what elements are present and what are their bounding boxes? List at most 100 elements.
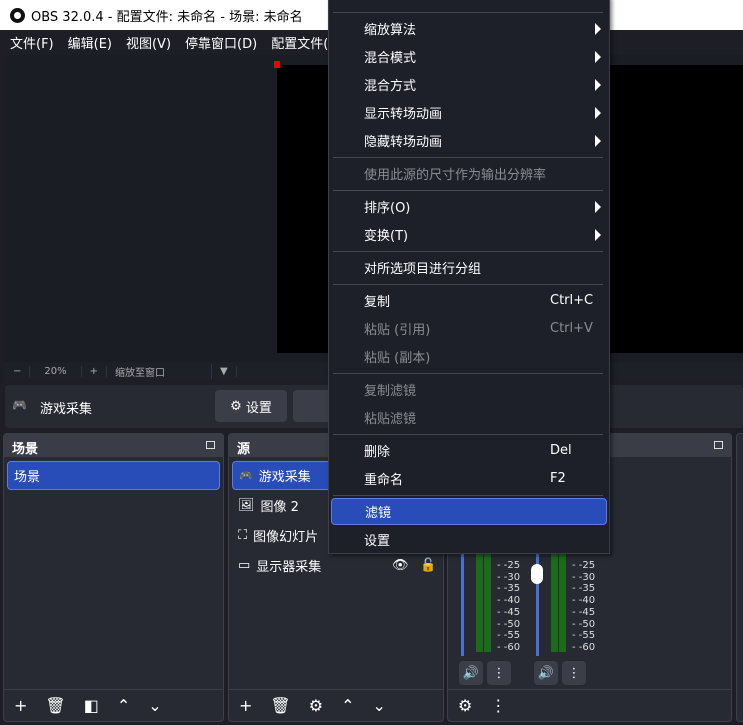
menu-item-hide-transition[interactable]: 隐藏转场动画 (331, 127, 607, 154)
scene-item[interactable]: 场景 (7, 461, 220, 490)
menu-label: 缩放算法 (364, 23, 417, 38)
menu-label: 显示转场动画 (364, 107, 443, 122)
transitions-dock (736, 433, 743, 722)
source-label: 图像 2 (260, 500, 299, 515)
menu-label: 复制 (364, 295, 391, 310)
source-label: 显示器采集 (256, 560, 322, 575)
db-label: - -60 (497, 641, 521, 653)
zoom-level: 20% (30, 366, 82, 377)
monitor-icon: ▭ (238, 558, 251, 573)
menu-profile[interactable]: 配置文件(P (271, 33, 336, 52)
chevron-up-icon[interactable]: ⌃ (341, 696, 354, 715)
menu-item-rename[interactable]: 重命名 F2 (331, 465, 607, 492)
menu-item-copy-filters[interactable]: 复制滤镜 (331, 376, 607, 403)
undock-icon[interactable] (206, 441, 215, 449)
submenu-arrow-icon (595, 134, 601, 147)
chevron-up-icon[interactable]: ⌃ (117, 696, 130, 715)
trash-icon[interactable]: 🗑 (270, 696, 290, 715)
db-label: - -40 (497, 595, 521, 607)
context-menu: 缩放算法 混合模式 混合方式 显示转场动画 隐藏转场动画 使用此源的尺寸作为输出… (328, 0, 610, 554)
menu-item-paste-ref[interactable]: 粘贴 (引用) Ctrl+V (331, 315, 607, 342)
menu-item-group[interactable]: 对所选项目进行分组 (331, 254, 607, 281)
gear-icon: ⚙ (230, 398, 242, 414)
menu-label: 混合模式 (364, 51, 417, 66)
channel-menu-button[interactable]: ⋮ (487, 661, 511, 685)
source-item[interactable]: ▭ 显示器采集 👁 🔓 (232, 551, 440, 580)
db-label: - -25 (497, 560, 521, 571)
menu-label: 复制滤镜 (364, 384, 417, 399)
audio-meter (559, 553, 566, 652)
fader-handle[interactable] (531, 564, 543, 584)
mixer-footer: ⚙ ⋮ (448, 689, 731, 721)
add-icon[interactable]: + (14, 696, 27, 715)
fit-to-window[interactable]: 缩放至窗口 (107, 364, 213, 379)
mute-button[interactable]: 🔊 (459, 661, 483, 685)
db-label: - -55 (572, 630, 596, 642)
source-label: 游戏采集 (258, 470, 311, 485)
zoom-in-button[interactable]: + (82, 366, 108, 377)
menu-item-resize-output[interactable]: 使用此源的尺寸作为输出分辨率 (331, 160, 607, 187)
menu-item-transform[interactable]: 变换(T) (331, 221, 607, 248)
db-label: - -40 (572, 595, 596, 607)
db-label: - -35 (572, 583, 596, 595)
source-name: 游戏采集 (40, 402, 93, 417)
menu-view[interactable]: 视图(V) (126, 33, 171, 52)
menu-item-delete[interactable]: 删除 Del (331, 437, 607, 464)
menu-file[interactable]: 文件(F) (10, 33, 54, 52)
shortcut: Del (550, 443, 572, 458)
slideshow-icon: ⛶ (238, 528, 248, 543)
eye-icon[interactable]: 👁 (392, 558, 409, 573)
menu-item-paste-dup[interactable]: 粘贴 (副本) (331, 343, 607, 370)
zoom-out-button[interactable]: − (5, 366, 31, 377)
menu-item-properties[interactable]: 设置 (331, 526, 607, 553)
db-label: - -45 (572, 606, 596, 618)
add-icon[interactable]: + (239, 696, 252, 715)
menu-label: 重命名 (364, 473, 404, 488)
menu-item-blend-method[interactable]: 混合方式 (331, 71, 607, 98)
menu-label: 混合方式 (364, 79, 417, 94)
trash-icon[interactable]: 🗑 (45, 696, 65, 715)
chevron-down-icon[interactable]: ⌄ (372, 696, 385, 715)
submenu-arrow-icon (595, 200, 601, 213)
advanced-audio-icon[interactable]: ⚙ (458, 696, 472, 715)
db-label: - -35 (497, 583, 521, 595)
scenes-title: 场景 (12, 442, 39, 457)
mute-button[interactable]: 🔊 (534, 661, 558, 685)
source-label: 图像幻灯片 (253, 530, 319, 545)
volume-fader[interactable] (461, 553, 464, 656)
menu-item-order[interactable]: 排序(O) (331, 193, 607, 220)
menu-item-scale-filter[interactable]: 缩放算法 (331, 15, 607, 42)
submenu-arrow-icon (595, 50, 601, 63)
channel-menu-button[interactable]: ⋮ (562, 661, 586, 685)
gear-icon[interactable]: ⚙ (309, 696, 323, 715)
menu-item-copy[interactable]: 复制 Ctrl+C (331, 287, 607, 314)
filter-icon[interactable]: ◧ (84, 696, 99, 715)
menu-label: 删除 (364, 445, 391, 460)
menu-item-blend-mode[interactable]: 混合模式 (331, 43, 607, 70)
audio-meter (476, 553, 483, 652)
submenu-arrow-icon (595, 78, 601, 91)
menu-label: 变换(T) (364, 229, 409, 244)
chevron-down-icon[interactable]: ⌄ (148, 696, 161, 715)
sources-footer: + 🗑 ⚙ ⌃ ⌄ (229, 689, 443, 721)
menu-label: 设置 (364, 534, 391, 549)
selection-handle[interactable] (274, 61, 280, 68)
menu-item-show-transition[interactable]: 显示转场动画 (331, 99, 607, 126)
menu-dots-icon[interactable]: ⋮ (490, 696, 506, 715)
menu-edit[interactable]: 编辑(E) (68, 33, 112, 52)
menu-item-paste-filters[interactable]: 粘贴滤镜 (331, 404, 607, 431)
menu-docks[interactable]: 停靠窗口(D) (185, 33, 257, 52)
audio-meter (484, 553, 491, 652)
menu-label: 隐藏转场动画 (364, 135, 443, 150)
shortcut: Ctrl+C (550, 293, 594, 308)
lock-icon[interactable]: 🔓 (420, 558, 436, 573)
window-title: OBS 32.0.4 - 配置文件: 未命名 - 场景: 未命名 (31, 9, 303, 25)
db-label: - -50 (572, 618, 596, 630)
submenu-arrow-icon (595, 22, 601, 35)
menu-label: 排序(O) (364, 201, 411, 216)
settings-button[interactable]: ⚙ 设置 (215, 390, 287, 422)
zoom-dropdown-icon[interactable]: ▼ (212, 366, 237, 377)
menu-item-filters[interactable]: 滤镜 (331, 498, 607, 525)
undock-icon[interactable] (714, 441, 723, 449)
audio-meter (551, 553, 558, 652)
